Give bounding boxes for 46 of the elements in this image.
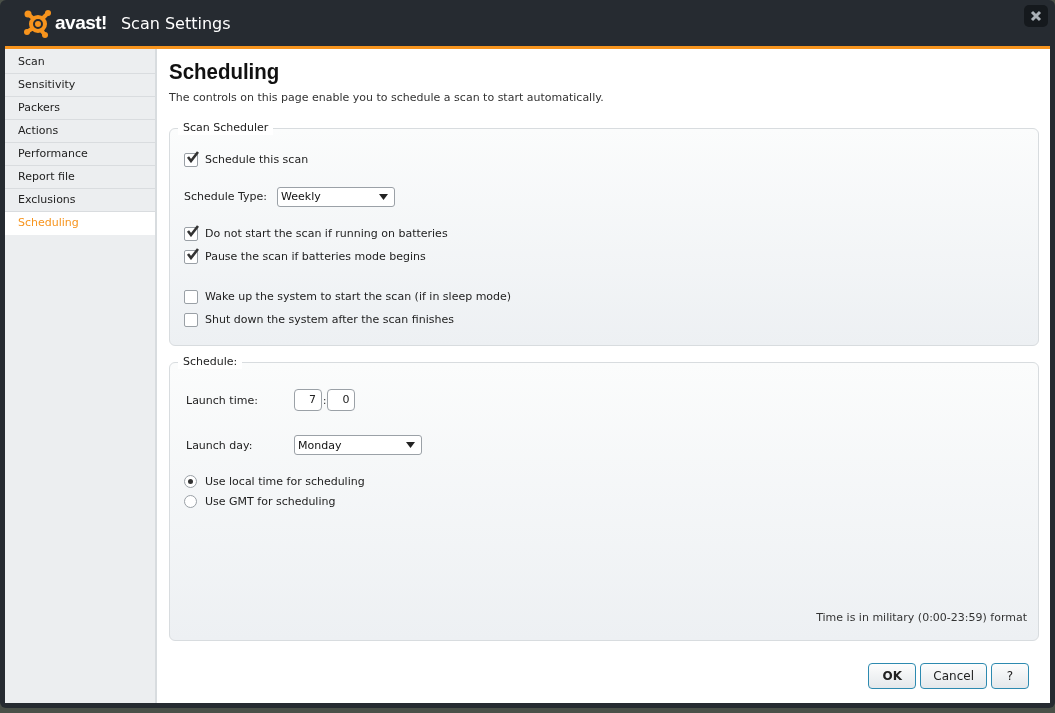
checkbox-label: Pause the scan if batteries mode begins — [205, 250, 426, 263]
caret-icon — [379, 193, 388, 200]
hours-field[interactable]: 7 — [294, 389, 322, 411]
sidebar-item[interactable]: Report file — [5, 166, 155, 189]
day-dropdown[interactable]: Monday — [294, 435, 422, 455]
sidebar-item[interactable]: Actions — [5, 120, 155, 143]
checkbox[interactable] — [184, 289, 198, 304]
dropdown-value: Monday — [298, 438, 342, 452]
page-heading: Scheduling — [169, 58, 281, 86]
radio-dot — [188, 478, 193, 484]
checkbox-label: Schedule this scan — [205, 153, 309, 166]
field-label: Launch day: — [186, 438, 254, 452]
window-title: Scan Settings — [120, 13, 231, 33]
sidebar-item[interactable]: Sensitivity — [5, 74, 155, 97]
dropdown-value: Weekly — [281, 190, 321, 203]
checkbox-label: Shut down the system after the scan finishes — [205, 313, 454, 326]
close-button[interactable] — [1024, 5, 1048, 27]
checkbox-label: Wake up the system to start the scan (if in sleep mode) — [205, 290, 512, 303]
minutes-field[interactable]: 0 — [327, 389, 356, 411]
checkbox[interactable] — [184, 249, 198, 264]
splat-logo-icon — [23, 8, 53, 38]
format-note: Time is in military (0:00-23:59) format — [815, 611, 1027, 624]
group-legend: Scan Scheduler — [178, 121, 274, 135]
caret-icon — [406, 442, 415, 448]
radio-button[interactable] — [184, 474, 197, 488]
checkbox[interactable] — [184, 152, 198, 167]
radio-label: Use local time for scheduling — [205, 474, 365, 488]
sidebar-item[interactable]: Packers — [5, 97, 155, 120]
field-label: Launch time: — [186, 393, 259, 407]
checkbox[interactable] — [184, 226, 198, 241]
radio-button[interactable] — [184, 494, 197, 508]
checkbox[interactable] — [184, 312, 198, 327]
close-icon — [1030, 10, 1042, 22]
dialog-button[interactable]: Cancel — [920, 663, 987, 689]
radio-label: Use GMT for scheduling — [205, 494, 336, 508]
time-separator: : — [323, 394, 327, 406]
checkbox-label: Do not start the scan if running on batteries — [205, 227, 448, 240]
sidebar-item[interactable]: Performance — [5, 143, 155, 166]
field-label: Schedule Type: — [184, 190, 267, 203]
page-description: The controls on this page enable you to schedule a scan to start automatically. — [169, 91, 605, 104]
sidebar-item[interactable]: Scan — [5, 51, 155, 74]
ok-button[interactable]: OK — [868, 663, 917, 689]
group-legend: Schedule: — [178, 355, 243, 369]
logo-text: avast! — [55, 12, 107, 34]
schedule-type-dropdown[interactable]: Weekly — [277, 186, 395, 207]
dialog-button[interactable]: ? — [991, 663, 1029, 689]
